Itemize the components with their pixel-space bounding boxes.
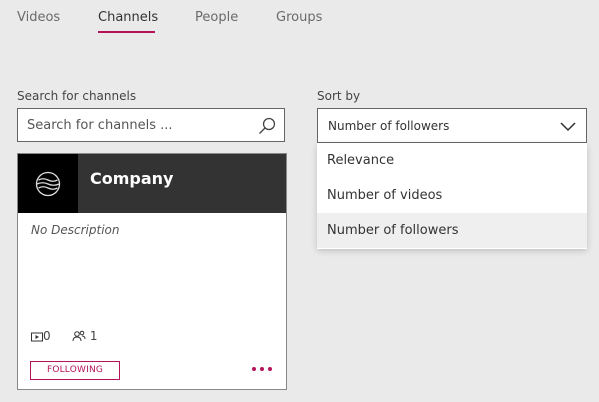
sort-option-relevance[interactable]: Relevance [317,143,587,178]
chevron-down-icon [560,122,576,132]
search-label: Search for channels [17,89,137,103]
waves-logo-icon [35,171,61,197]
search-field [17,108,285,142]
video-count-value: 0 [43,329,51,343]
sort-option-followers[interactable]: Number of followers [317,213,587,248]
more-icon[interactable] [252,361,278,379]
search-icon[interactable] [258,117,276,135]
tab-groups[interactable]: Groups [276,10,322,25]
tab-videos[interactable]: Videos [17,10,60,25]
following-button[interactable]: FOLLOWING [30,361,120,380]
channel-logo [18,154,78,213]
tab-people[interactable]: People [195,10,238,25]
active-tab-indicator [98,31,155,33]
sort-label: Sort by [317,89,361,103]
channel-description: No Description [31,223,120,237]
tab-channels[interactable]: Channels [98,10,158,25]
channel-card[interactable]: Company No Description 0 1 FOLLOWING [17,153,287,390]
search-input[interactable] [27,109,252,141]
video-count: 0 [31,329,51,343]
sort-selected-value: Number of followers [328,119,450,133]
tab-bar: Videos Channels People Groups [0,0,599,40]
follower-count-value: 1 [89,329,98,343]
follower-count: 1 [72,329,97,343]
card-header: Company [18,154,286,213]
channel-title[interactable]: Company [90,169,173,188]
sort-option-videos[interactable]: Number of videos [317,178,587,213]
followers-icon [72,330,86,342]
sort-dropdown[interactable]: Number of followers [317,108,587,143]
sort-options-menu: Relevance Number of videos Number of fol… [317,143,587,249]
video-icon [31,332,43,342]
